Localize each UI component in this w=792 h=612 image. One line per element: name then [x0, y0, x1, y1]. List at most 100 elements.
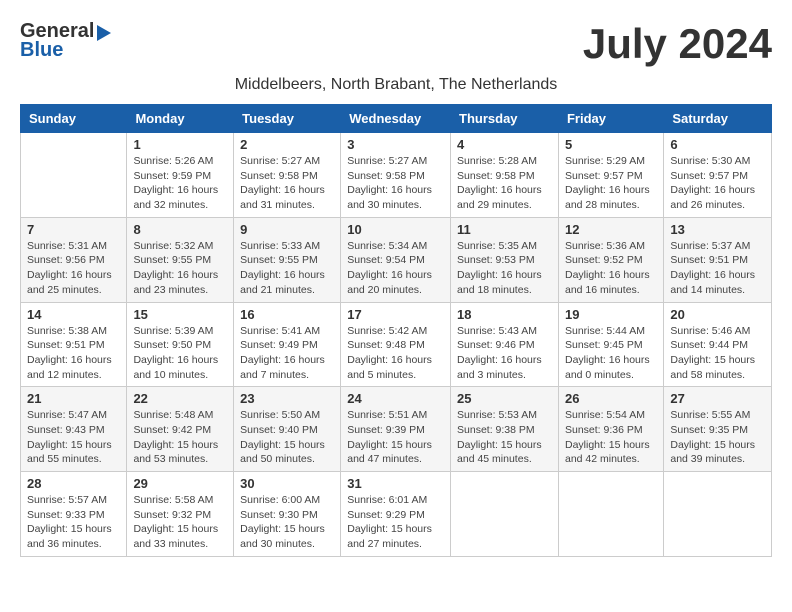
- day-number: 21: [27, 391, 120, 406]
- day-number: 8: [133, 222, 227, 237]
- location-title: Middelbeers, North Brabant, The Netherla…: [20, 76, 772, 94]
- weekday-header-tuesday: Tuesday: [234, 105, 341, 133]
- calendar-day-cell: 29 Sunrise: 5:58 AM Sunset: 9:32 PM Dayli…: [127, 472, 234, 557]
- day-info: Sunrise: 5:30 AM Sunset: 9:57 PM Dayligh…: [670, 154, 765, 213]
- calendar-day-cell: 25 Sunrise: 5:53 AM Sunset: 9:38 PM Dayli…: [451, 387, 559, 472]
- calendar-empty-cell: [451, 472, 559, 557]
- calendar-day-cell: 20Sunrise: 5:46 AM Sunset: 9:44 PM Dayli…: [664, 302, 772, 387]
- day-number: 14: [27, 307, 120, 322]
- calendar-day-cell: 16Sunrise: 5:41 AM Sunset: 9:49 PM Dayli…: [234, 302, 341, 387]
- day-number: 3: [347, 137, 444, 152]
- day-number: 10: [347, 222, 444, 237]
- calendar-day-cell: 13 Sunrise: 5:37 AM Sunset: 9:51 PM Dayli…: [664, 217, 772, 302]
- calendar-day-cell: 17Sunrise: 5:42 AM Sunset: 9:48 PM Dayli…: [341, 302, 451, 387]
- calendar-empty-cell: [558, 472, 663, 557]
- day-info: Sunrise: 5:33 AM Sunset: 9:55 PM Dayligh…: [240, 239, 334, 298]
- day-info: Sunrise: 5:37 AM Sunset: 9:51 PM Dayligh…: [670, 239, 765, 298]
- day-info: Sunrise: 5:51 AM Sunset: 9:39 PM Dayligh…: [347, 408, 444, 467]
- day-info: Sunrise: 5:41 AM Sunset: 9:49 PM Dayligh…: [240, 324, 334, 383]
- calendar-day-cell: 24 Sunrise: 5:51 AM Sunset: 9:39 PM Dayli…: [341, 387, 451, 472]
- calendar-day-cell: 15Sunrise: 5:39 AM Sunset: 9:50 PM Dayli…: [127, 302, 234, 387]
- calendar-week-row: 14 Sunrise: 5:38 AM Sunset: 9:51 PM Dayli…: [21, 302, 772, 387]
- calendar-day-cell: 30 Sunrise: 6:00 AM Sunset: 9:30 PM Dayli…: [234, 472, 341, 557]
- day-info: Sunrise: 6:00 AM Sunset: 9:30 PM Dayligh…: [240, 493, 334, 552]
- weekday-header-sunday: Sunday: [21, 105, 127, 133]
- day-info: Sunrise: 5:26 AM Sunset: 9:59 PM Dayligh…: [133, 154, 227, 213]
- day-info: Sunrise: 5:35 AM Sunset: 9:53 PM Dayligh…: [457, 239, 552, 298]
- day-number: 26: [565, 391, 657, 406]
- weekday-header-thursday: Thursday: [451, 105, 559, 133]
- day-number: 23: [240, 391, 334, 406]
- day-number: 28: [27, 476, 120, 491]
- calendar-day-cell: 14 Sunrise: 5:38 AM Sunset: 9:51 PM Dayli…: [21, 302, 127, 387]
- calendar-day-cell: 10 Sunrise: 5:34 AM Sunset: 9:54 PM Dayli…: [341, 217, 451, 302]
- calendar-day-cell: 27Sunrise: 5:55 AM Sunset: 9:35 PM Dayli…: [664, 387, 772, 472]
- day-info: Sunrise: 5:32 AM Sunset: 9:55 PM Dayligh…: [133, 239, 227, 298]
- calendar-day-cell: 9 Sunrise: 5:33 AM Sunset: 9:55 PM Daylig…: [234, 217, 341, 302]
- calendar-day-cell: 2 Sunrise: 5:27 AM Sunset: 9:58 PM Daylig…: [234, 133, 341, 218]
- day-info: Sunrise: 5:58 AM Sunset: 9:32 PM Dayligh…: [133, 493, 227, 552]
- day-number: 25: [457, 391, 552, 406]
- weekday-header-wednesday: Wednesday: [341, 105, 451, 133]
- weekday-header-friday: Friday: [558, 105, 663, 133]
- calendar-day-cell: 18 Sunrise: 5:43 AM Sunset: 9:46 PM Dayli…: [451, 302, 559, 387]
- day-info: Sunrise: 5:27 AM Sunset: 9:58 PM Dayligh…: [347, 154, 444, 213]
- month-title: July 2024: [583, 20, 772, 68]
- calendar-day-cell: 12 Sunrise: 5:36 AM Sunset: 9:52 PM Dayli…: [558, 217, 663, 302]
- day-number: 19: [565, 307, 657, 322]
- day-number: 2: [240, 137, 334, 152]
- day-info: Sunrise: 5:31 AM Sunset: 9:56 PM Dayligh…: [27, 239, 120, 298]
- day-info: Sunrise: 5:42 AM Sunset: 9:48 PM Dayligh…: [347, 324, 444, 383]
- day-number: 20: [670, 307, 765, 322]
- day-number: 7: [27, 222, 120, 237]
- calendar-day-cell: 7 Sunrise: 5:31 AM Sunset: 9:56 PM Daylig…: [21, 217, 127, 302]
- day-number: 9: [240, 222, 334, 237]
- day-number: 4: [457, 137, 552, 152]
- day-info: Sunrise: 5:54 AM Sunset: 9:36 PM Dayligh…: [565, 408, 657, 467]
- day-info: Sunrise: 6:01 AM Sunset: 9:29 PM Dayligh…: [347, 493, 444, 552]
- calendar-table: SundayMondayTuesdayWednesdayThursdayFrid…: [20, 104, 772, 557]
- calendar-week-row: 7 Sunrise: 5:31 AM Sunset: 9:56 PM Daylig…: [21, 217, 772, 302]
- logo-arrow-icon: [97, 25, 111, 41]
- calendar-day-cell: 8 Sunrise: 5:32 AM Sunset: 9:55 PM Daylig…: [127, 217, 234, 302]
- day-number: 18: [457, 307, 552, 322]
- calendar-empty-cell: [664, 472, 772, 557]
- day-info: Sunrise: 5:29 AM Sunset: 9:57 PM Dayligh…: [565, 154, 657, 213]
- day-info: Sunrise: 5:43 AM Sunset: 9:46 PM Dayligh…: [457, 324, 552, 383]
- calendar-day-cell: 21 Sunrise: 5:47 AM Sunset: 9:43 PM Dayli…: [21, 387, 127, 472]
- day-number: 31: [347, 476, 444, 491]
- day-number: 13: [670, 222, 765, 237]
- day-number: 12: [565, 222, 657, 237]
- day-number: 30: [240, 476, 334, 491]
- day-info: Sunrise: 5:39 AM Sunset: 9:50 PM Dayligh…: [133, 324, 227, 383]
- day-number: 29: [133, 476, 227, 491]
- calendar-day-cell: 3 Sunrise: 5:27 AM Sunset: 9:58 PM Daylig…: [341, 133, 451, 218]
- calendar-day-cell: 22Sunrise: 5:48 AM Sunset: 9:42 PM Dayli…: [127, 387, 234, 472]
- day-number: 11: [457, 222, 552, 237]
- day-info: Sunrise: 5:53 AM Sunset: 9:38 PM Dayligh…: [457, 408, 552, 467]
- day-info: Sunrise: 5:48 AM Sunset: 9:42 PM Dayligh…: [133, 408, 227, 467]
- day-number: 1: [133, 137, 227, 152]
- day-info: Sunrise: 5:47 AM Sunset: 9:43 PM Dayligh…: [27, 408, 120, 467]
- day-info: Sunrise: 5:34 AM Sunset: 9:54 PM Dayligh…: [347, 239, 444, 298]
- day-number: 6: [670, 137, 765, 152]
- calendar-day-cell: 28 Sunrise: 5:57 AM Sunset: 9:33 PM Dayli…: [21, 472, 127, 557]
- calendar-day-cell: 19 Sunrise: 5:44 AM Sunset: 9:45 PM Dayli…: [558, 302, 663, 387]
- day-info: Sunrise: 5:27 AM Sunset: 9:58 PM Dayligh…: [240, 154, 334, 213]
- weekday-header-monday: Monday: [127, 105, 234, 133]
- day-info: Sunrise: 5:36 AM Sunset: 9:52 PM Dayligh…: [565, 239, 657, 298]
- calendar-empty-cell: [21, 133, 127, 218]
- calendar-day-cell: 4 Sunrise: 5:28 AM Sunset: 9:58 PM Daylig…: [451, 133, 559, 218]
- day-number: 24: [347, 391, 444, 406]
- day-number: 27: [670, 391, 765, 406]
- calendar-day-cell: 1 Sunrise: 5:26 AM Sunset: 9:59 PM Daylig…: [127, 133, 234, 218]
- calendar-day-cell: 6 Sunrise: 5:30 AM Sunset: 9:57 PM Daylig…: [664, 133, 772, 218]
- day-info: Sunrise: 5:28 AM Sunset: 9:58 PM Dayligh…: [457, 154, 552, 213]
- day-info: Sunrise: 5:44 AM Sunset: 9:45 PM Dayligh…: [565, 324, 657, 383]
- logo: General Blue: [20, 20, 111, 62]
- day-info: Sunrise: 5:57 AM Sunset: 9:33 PM Dayligh…: [27, 493, 120, 552]
- calendar-week-row: 1 Sunrise: 5:26 AM Sunset: 9:59 PM Daylig…: [21, 133, 772, 218]
- calendar-day-cell: 11 Sunrise: 5:35 AM Sunset: 9:53 PM Dayli…: [451, 217, 559, 302]
- day-number: 5: [565, 137, 657, 152]
- day-info: Sunrise: 5:38 AM Sunset: 9:51 PM Dayligh…: [27, 324, 120, 383]
